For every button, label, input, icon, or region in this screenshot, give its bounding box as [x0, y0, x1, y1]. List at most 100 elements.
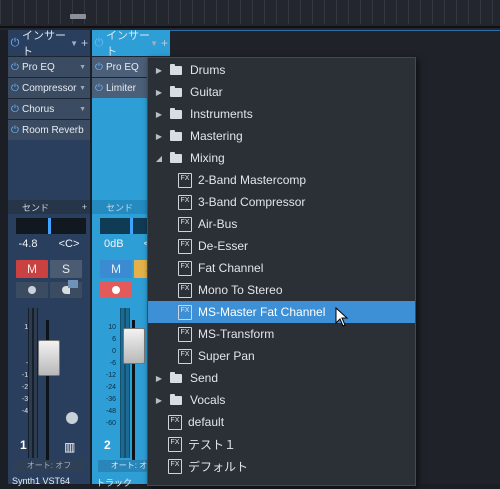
volume-value[interactable]: 0dB [104, 238, 124, 250]
add-insert-icon[interactable]: + [161, 36, 168, 50]
power-icon[interactable]: ⏻ [8, 104, 22, 115]
menu-item-de-esser[interactable]: FX De-Esser [148, 235, 415, 257]
channel-settings-icon[interactable] [68, 280, 78, 288]
menu-item-label: Send [190, 371, 219, 385]
divider [0, 26, 500, 28]
menu-item-label: Drums [190, 63, 226, 77]
menu-item-super-pan[interactable]: FX Super Pan [148, 345, 415, 367]
dropdown-arrow-icon[interactable]: ▼ [70, 39, 78, 48]
pan-slider[interactable] [16, 218, 86, 234]
insert-name: Room Reverb [22, 124, 84, 136]
scale-tick: -48 [105, 408, 116, 415]
panel-top-line [170, 30, 500, 31]
folder-icon [170, 85, 182, 97]
menu-item-label: テスト１ [188, 437, 237, 452]
insert-name: Chorus [22, 103, 55, 115]
channel-number: 2 [104, 438, 111, 452]
track-name[interactable]: Synth1 VST64 [12, 476, 88, 486]
power-icon[interactable]: ⏻ [8, 125, 22, 136]
menu-item-default[interactable]: FX default [148, 411, 415, 433]
menu-item-send[interactable]: ▶ Send [148, 367, 415, 389]
scale-tick: -36 [105, 396, 116, 403]
expand-arrow-icon[interactable]: ▶ [152, 132, 166, 141]
menu-item-mixing[interactable]: ◢ Mixing [148, 147, 415, 169]
power-icon[interactable]: ⏻ [8, 83, 22, 94]
menu-item-2-band-mastercomp[interactable]: FX 2-Band Mastercomp [148, 169, 415, 191]
fx-preset-icon: FX [178, 282, 192, 298]
menu-item-3-band-compressor[interactable]: FX 3-Band Compressor [148, 191, 415, 213]
arrange-ruler[interactable] [0, 0, 500, 30]
menu-item-label: Mono To Stereo [198, 283, 283, 297]
expand-arrow-icon[interactable]: ▶ [152, 110, 166, 119]
scroll-handle[interactable] [70, 14, 86, 19]
pan-knob-icon[interactable] [66, 412, 78, 424]
slot-arrow-icon[interactable]: ▼ [79, 106, 86, 113]
folder-icon [170, 107, 182, 119]
send-header[interactable]: センド + [8, 200, 90, 214]
add-send-icon[interactable]: + [82, 202, 87, 212]
menu-item-air-bus[interactable]: FX Air-Bus [148, 213, 415, 235]
scale-tick: -24 [105, 384, 116, 391]
power-icon[interactable]: ⏻ [92, 83, 106, 94]
fx-preset-icon: FX [168, 458, 182, 474]
menu-item-default-ja[interactable]: FX デフォルト [148, 455, 415, 477]
expand-arrow-icon[interactable]: ▶ [152, 374, 166, 383]
volume-value[interactable]: -4.8 [19, 238, 38, 250]
fx-preset-icon: FX [178, 194, 192, 210]
slot-arrow-icon[interactable]: ▼ [79, 64, 86, 71]
menu-item-drums[interactable]: ▶ Drums [148, 59, 415, 81]
record-icon [112, 286, 120, 294]
pan-indicator [48, 218, 51, 234]
expand-arrow-icon[interactable]: ▶ [152, 88, 166, 97]
menu-item-instruments[interactable]: ▶ Instruments [148, 103, 415, 125]
menu-item-ms-transform[interactable]: FX MS-Transform [148, 323, 415, 345]
menu-item-test1[interactable]: FX テスト１ [148, 433, 415, 455]
power-icon[interactable]: ⏻ [92, 37, 106, 50]
scale-tick: -60 [105, 420, 116, 427]
record-arm-button[interactable] [16, 282, 48, 298]
ruler-grid [0, 0, 500, 24]
insert-name: Compressor [22, 82, 77, 94]
fx-preset-icon: FX [178, 260, 192, 276]
expand-arrow-icon[interactable]: ▶ [152, 396, 166, 405]
folder-icon [170, 63, 182, 75]
power-icon[interactable]: ⏻ [8, 37, 22, 50]
dropdown-arrow-icon[interactable]: ▼ [150, 39, 158, 48]
pan-value[interactable]: <C> [59, 238, 80, 250]
preset-menu: ▶ Drums ▶ Guitar ▶ Instruments ▶ Masteri… [147, 57, 416, 486]
menu-item-mastering[interactable]: ▶ Mastering [148, 125, 415, 147]
folder-icon [170, 371, 182, 383]
insert-slot[interactable]: ⏻ Room Reverb [8, 119, 90, 140]
insert-slot[interactable]: ⏻ Pro EQ ▼ [8, 56, 90, 77]
menu-item-fat-channel[interactable]: FX Fat Channel [148, 257, 415, 279]
scale-tick: -6 [109, 360, 116, 367]
slot-arrow-icon[interactable]: ▼ [79, 85, 86, 92]
menu-item-vocals[interactable]: ▶ Vocals [148, 389, 415, 411]
power-icon[interactable]: ⏻ [8, 62, 22, 73]
mute-button[interactable]: M [16, 260, 48, 278]
collapse-arrow-icon[interactable]: ◢ [152, 154, 166, 163]
insert-header[interactable]: ⏻ インサート ▼ + [92, 30, 170, 58]
menu-item-guitar[interactable]: ▶ Guitar [148, 81, 415, 103]
expand-arrow-icon[interactable]: ▶ [152, 66, 166, 75]
insert-slot[interactable]: ⏻ Chorus ▼ [8, 98, 90, 119]
volume-fader[interactable] [38, 340, 60, 376]
menu-item-mono-to-stereo[interactable]: FX Mono To Stereo [148, 279, 415, 301]
menu-item-label: MS-Transform [198, 327, 275, 341]
volume-fader[interactable] [123, 328, 145, 364]
power-icon[interactable]: ⏻ [92, 62, 106, 73]
insert-slot[interactable]: ⏻ Compressor ▼ [8, 77, 90, 98]
mute-button[interactable]: M [100, 260, 132, 278]
add-insert-icon[interactable]: + [81, 36, 88, 50]
record-arm-button[interactable] [100, 282, 132, 298]
menu-item-label: デフォルト [188, 459, 249, 474]
value-row: -4.8 <C> [8, 238, 90, 250]
solo-button[interactable]: S [50, 260, 82, 278]
menu-item-ms-master-fat-channel[interactable]: FX MS-Master Fat Channel [148, 301, 415, 323]
menu-item-label: Super Pan [198, 349, 255, 363]
insert-label: インサート [106, 30, 150, 58]
automation-mode[interactable]: オート: オフ [14, 460, 84, 472]
keyboard-icon[interactable]: ▥ [64, 440, 75, 454]
insert-header[interactable]: ⏻ インサート ▼ + [8, 30, 90, 58]
fx-preset-icon: FX [178, 172, 192, 188]
